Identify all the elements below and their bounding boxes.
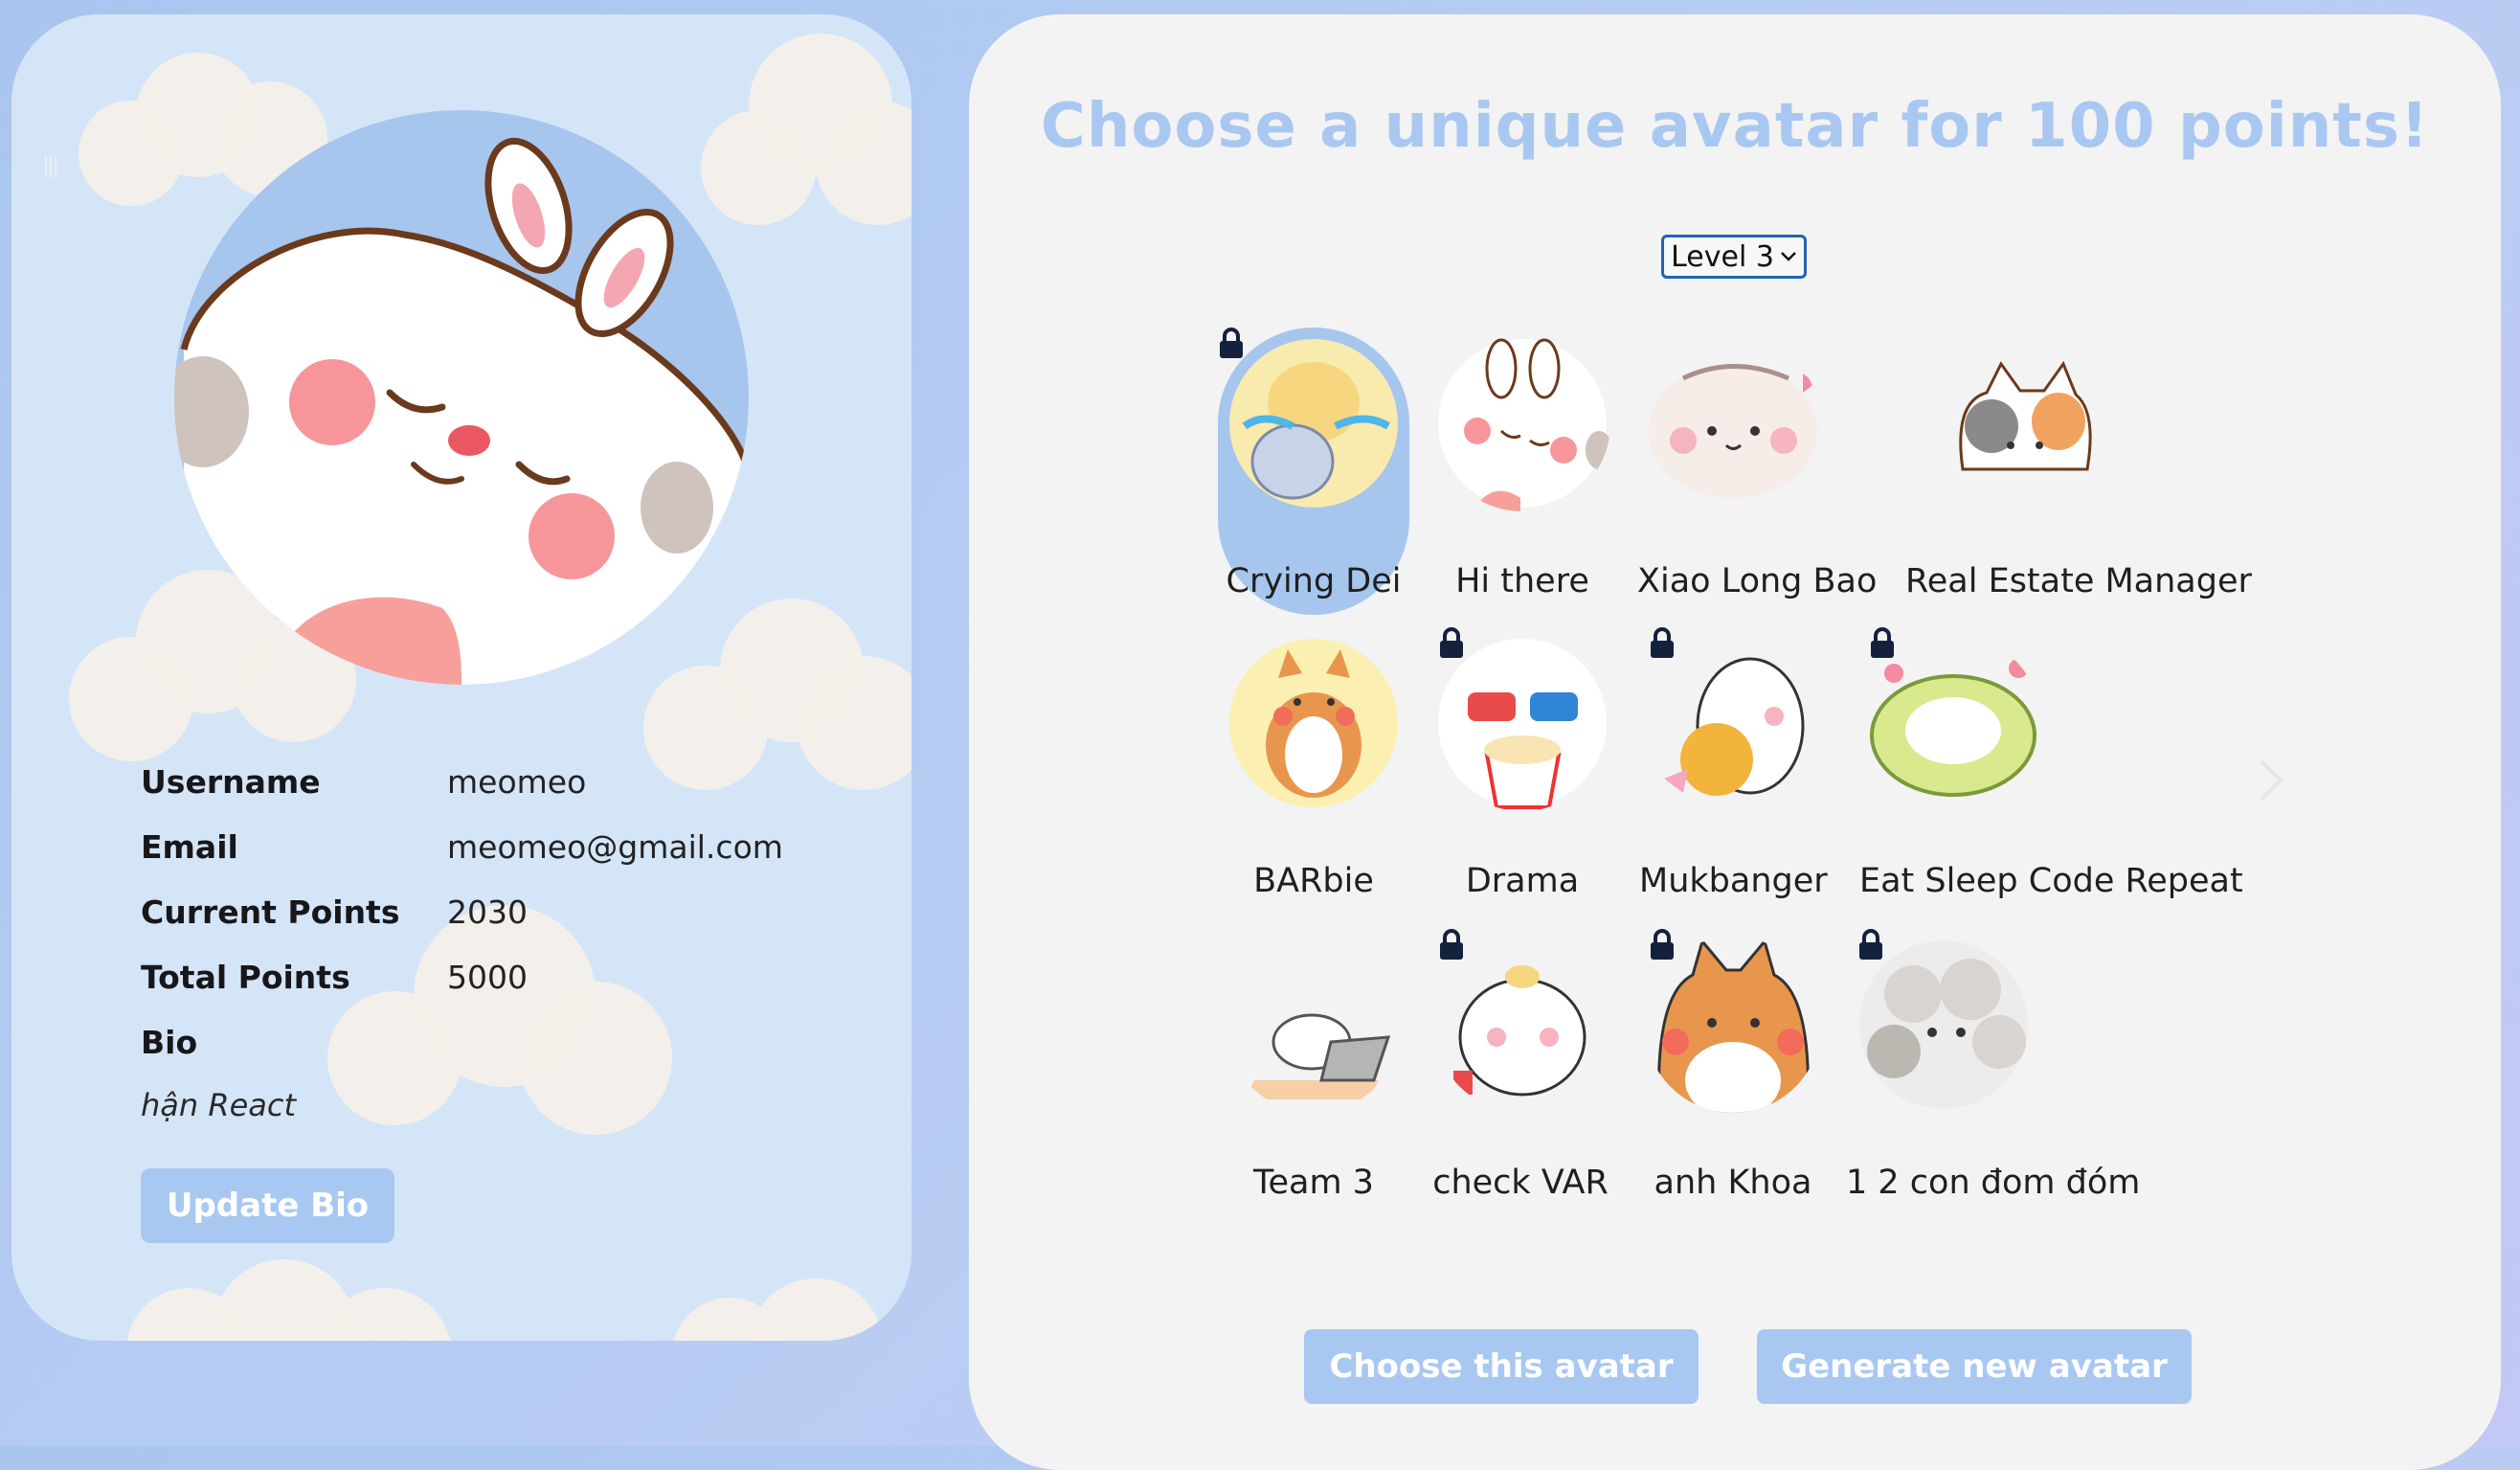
laptop-cat-image — [1245, 1013, 1391, 1099]
avatar-shop-panel: Choose a unique avatar for 100 points! L… — [969, 14, 2501, 1470]
total-points-label: Total Points — [141, 959, 350, 996]
chevron-right-icon[interactable] — [2257, 757, 2285, 804]
bear-cry-image — [1229, 339, 1398, 508]
current-points-label: Current Points — [141, 893, 400, 931]
avatar-label: 1 2 con đom đóm — [1846, 1164, 2141, 1202]
avatar-label: Mukbanger — [1639, 862, 1828, 900]
avatar-label: Team 3 — [1253, 1164, 1374, 1202]
shiba-dance-image — [1229, 639, 1398, 807]
avatar-label: Eat Sleep Code Repeat — [1859, 862, 2243, 900]
username-label: Username — [141, 763, 321, 801]
sheep-image — [1859, 940, 2028, 1109]
avatar-label: Drama — [1465, 862, 1580, 900]
lock-icon — [1651, 627, 1674, 658]
profile-card: Username meomeo Email meomeo@gmail.com C… — [11, 14, 911, 1341]
hamster-image — [1649, 364, 1817, 498]
shiba-face-image — [1656, 938, 1811, 1113]
lock-icon — [1859, 929, 1882, 960]
profile-avatar — [174, 110, 749, 685]
level-select[interactable]: Level 3 — [1661, 235, 1807, 279]
username-value: meomeo — [447, 763, 587, 801]
bunny-wave-image — [1438, 338, 1610, 511]
cat-image — [1959, 360, 2092, 471]
bunny-popcorn-image — [1438, 639, 1607, 809]
sleeping-hamster-image — [1870, 659, 2036, 797]
avatar-label: check VAR — [1432, 1164, 1609, 1202]
cloud-decoration — [643, 579, 911, 809]
chevron-down-icon — [1781, 252, 1796, 261]
lock-icon — [1871, 627, 1894, 658]
avatar-label: Real Estate Manager — [1905, 562, 2252, 600]
cloud-decoration — [327, 895, 672, 1144]
email-value: meomeo@gmail.com — [447, 828, 783, 866]
avatar-label: Crying Dei — [1226, 562, 1402, 600]
avatar-label: Hi there — [1455, 562, 1589, 600]
cloud-decoration — [701, 34, 911, 254]
lock-icon — [1440, 929, 1463, 960]
bunny-avatar-image — [174, 137, 749, 685]
bio-text: hận React — [141, 1087, 297, 1123]
lock-icon — [1651, 929, 1674, 960]
lock-icon — [1440, 627, 1463, 658]
email-label: Email — [141, 828, 238, 866]
level-select-value: Level 3 — [1671, 239, 1774, 274]
page-title: Choose a unique avatar for 100 points! — [1040, 91, 2430, 162]
current-points-value: 2030 — [447, 893, 528, 931]
avatar-label: Xiao Long Bao — [1637, 562, 1878, 600]
total-points-value: 5000 — [447, 959, 528, 996]
chick-whistle-image — [1453, 965, 1586, 1097]
avatar-label: anh Khoa — [1654, 1164, 1812, 1202]
avatar-label: BARbie — [1253, 862, 1374, 900]
cloud-decoration — [126, 1259, 452, 1341]
bear-eating-image — [1664, 657, 1805, 796]
cloud-decoration — [672, 1278, 911, 1341]
choose-avatar-button[interactable]: Choose this avatar — [1304, 1329, 1699, 1404]
bio-label: Bio — [141, 1024, 198, 1061]
update-bio-button[interactable]: Update Bio — [141, 1168, 394, 1243]
generate-avatar-button[interactable]: Generate new avatar — [1757, 1329, 2192, 1404]
drag-handle-icon — [45, 156, 56, 177]
lock-icon — [1220, 328, 1243, 358]
